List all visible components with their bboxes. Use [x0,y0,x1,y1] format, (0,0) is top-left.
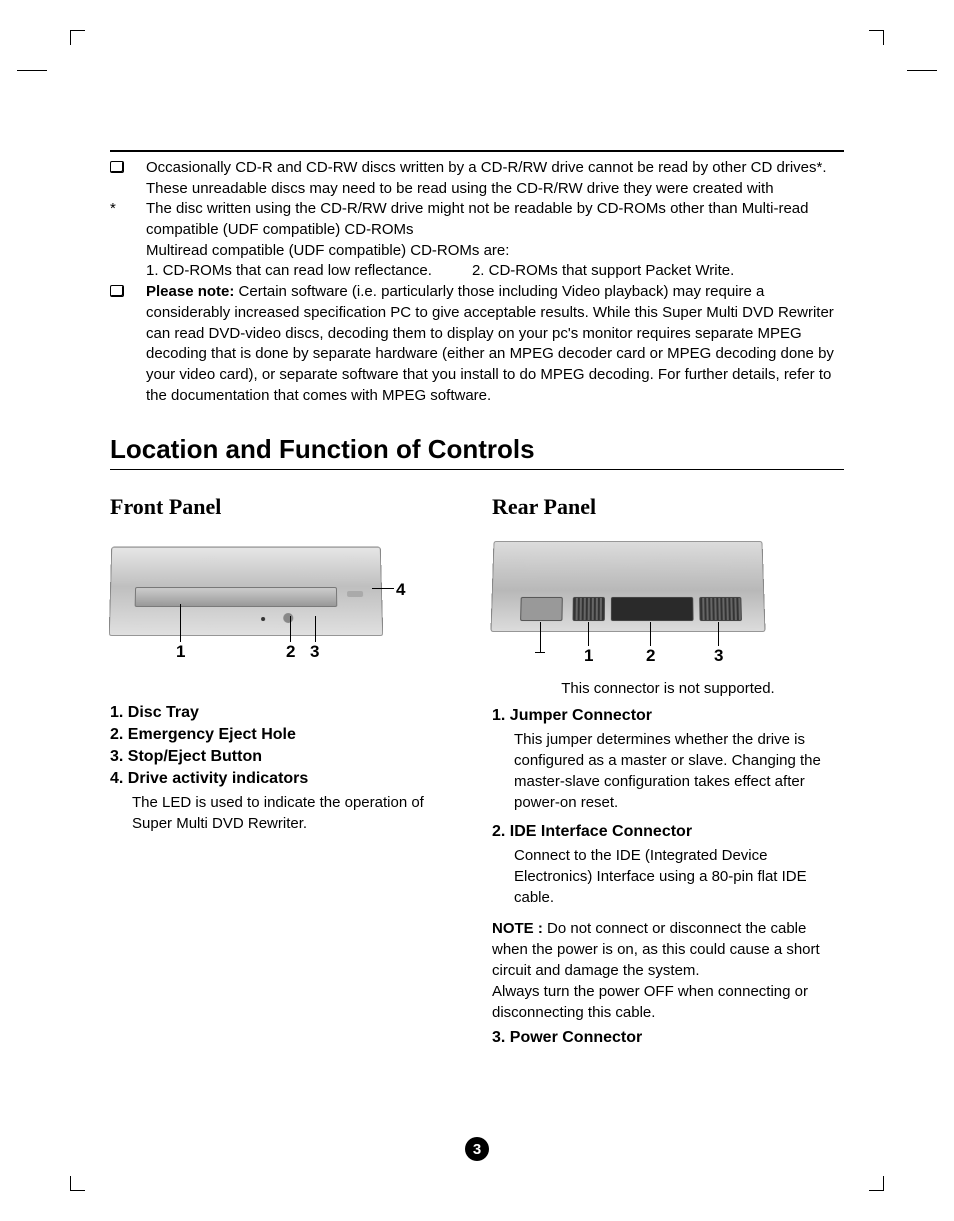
callout-number: 1 [584,646,593,666]
desc-title: 1. Jumper Connector [492,707,844,725]
list-item-text: Certain software (i.e. particularly thos… [146,283,834,403]
desc-title: 1. Disc Tray [110,704,462,722]
disc-tray-icon [135,587,338,607]
jumper-connector-icon [573,597,605,621]
callout-line-icon [588,622,589,646]
callout-line-icon [650,622,651,646]
page-number-badge: 3 [465,1137,489,1161]
desc-title: 3. Stop/Eject Button [110,748,462,766]
list-item-text: Occasionally CD-R and CD-RW discs writte… [146,159,827,197]
desc-title: 2. Emergency Eject Hole [110,726,462,744]
callout-line-icon [540,622,541,652]
rear-panel-figure: 1 2 3 [492,534,792,674]
front-panel-heading: Front Panel [110,494,462,520]
desc-item: 3. Stop/Eject Button [110,748,462,766]
eject-button-icon [283,613,293,623]
section-heading: Location and Function of Controls [110,434,844,465]
desc-title: 4. Drive activity indicators [110,770,462,788]
power-connector-icon [699,597,742,621]
front-panel-column: Front Panel 1 2 3 4 [110,494,462,1051]
aux-connector-icon [520,597,563,621]
list-item-text: 1. CD-ROMs that can read low reflectance… [146,261,432,282]
notes-list: Occasionally CD-R and CD-RW discs writte… [110,158,844,406]
desc-item: 1. Disc Tray [110,704,462,722]
crop-mark-icon [869,1176,884,1191]
callout-line-icon [372,588,394,589]
led-indicator-icon [347,591,363,597]
desc-body: The LED is used to indicate the operatio… [132,792,462,834]
rear-panel-column: Rear Panel 1 2 3 This connector is not s… [492,494,844,1051]
drive-front-icon [109,547,384,637]
list-item-text: The disc written using the CD-R/RW drive… [146,200,808,238]
rear-desc-list: 1. Jumper Connector This jumper determin… [492,707,844,1047]
callout-line-icon [535,652,545,653]
desc-item: 2. IDE Interface Connector Connect to th… [492,823,844,908]
desc-item: 1. Jumper Connector This jumper determin… [492,707,844,813]
crop-mark-icon [70,30,85,45]
desc-body: This jumper determines whether the drive… [514,729,844,813]
callout-number: 2 [646,646,655,666]
callout-number: 4 [396,580,405,600]
divider [110,150,844,152]
desc-item: 4. Drive activity indicators The LED is … [110,770,462,834]
callout-line-icon [718,622,719,646]
note-label: NOTE : [492,920,543,937]
front-desc-list: 1. Disc Tray 2. Emergency Eject Hole 3. … [110,704,462,834]
list-item-text: Multiread compatible (UDF compatible) CD… [146,242,509,259]
list-item: Please note: Certain software (i.e. part… [110,282,844,406]
callout-number: 3 [714,646,723,666]
callout-number: 1 [176,642,185,662]
desc-body: Connect to the IDE (Integrated Device El… [514,845,844,908]
desc-title: 3. Power Connector [492,1029,844,1047]
list-item: Occasionally CD-R and CD-RW discs writte… [110,158,844,199]
crop-mark-icon [70,1176,85,1191]
page-number: 3 [473,1141,481,1158]
callout-number: 2 [286,642,295,662]
eject-hole-icon [261,617,265,621]
desc-item: 2. Emergency Eject Hole [110,726,462,744]
asterisk-bullet-icon: * [110,199,138,220]
callout-line-icon [180,604,181,642]
figure-caption: This connector is not supported. [492,680,844,697]
crop-mark-icon [869,30,884,45]
list-item-text: 2. CD-ROMs that support Packet Write. [472,261,734,282]
front-panel-figure: 1 2 3 4 [110,534,410,664]
document-page: Occasionally CD-R and CD-RW discs writte… [0,0,954,1221]
list-item: * The disc written using the CD-R/RW dri… [110,199,844,282]
box-bullet-icon [110,282,138,304]
divider [110,469,844,470]
note-block: NOTE : Do not connect or disconnect the … [492,918,844,1023]
box-bullet-icon [110,158,138,180]
note-label: Please note: [146,283,234,300]
callout-line-icon [315,616,316,642]
panels-row: Front Panel 1 2 3 4 [110,494,844,1051]
drive-rear-icon [490,541,765,632]
desc-item: 3. Power Connector [492,1029,844,1047]
desc-title: 2. IDE Interface Connector [492,823,844,841]
registration-mark-icon [907,70,937,71]
callout-number: 3 [310,642,319,662]
registration-mark-icon [17,70,47,71]
ide-connector-icon [611,597,694,621]
rear-panel-heading: Rear Panel [492,494,844,520]
callout-line-icon [290,616,291,642]
